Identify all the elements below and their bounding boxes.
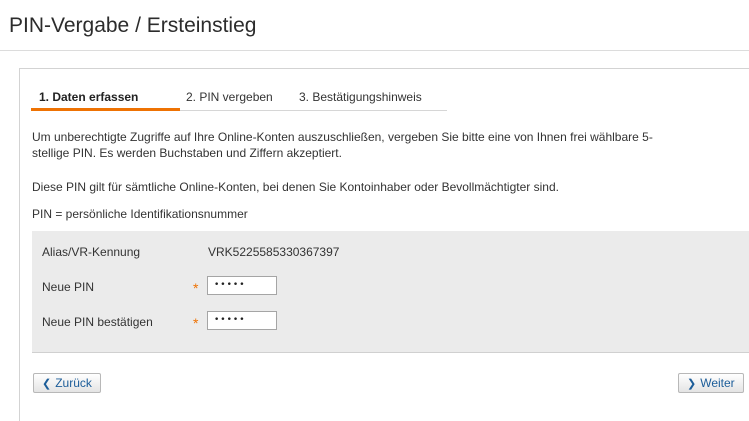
- info-text-3: PIN = persönliche Identifikationsnummer: [32, 207, 248, 221]
- info-text-2: Diese PIN gilt für sämtliche Online-Kont…: [32, 180, 559, 194]
- required-marker: *: [193, 280, 199, 296]
- tab-daten-erfassen[interactable]: 1. Daten erfassen: [39, 90, 138, 104]
- new-pin-label: Neue PIN: [42, 280, 95, 294]
- title-divider: [0, 50, 749, 51]
- new-pin-input[interactable]: •••••: [207, 276, 277, 295]
- back-button[interactable]: ❮ Zurück: [33, 373, 101, 393]
- next-button[interactable]: ❯ Weiter: [678, 373, 744, 393]
- alias-value: VRK5225585330367397: [208, 245, 340, 259]
- alias-label: Alias/VR-Kennung: [42, 245, 141, 259]
- chevron-left-icon: ❮: [42, 378, 52, 390]
- page-title: PIN-Vergabe / Ersteinstieg: [9, 14, 257, 37]
- chevron-right-icon: ❯: [687, 378, 697, 390]
- info-text-1: Um unberechtigte Zugriffe auf Ihre Onlin…: [32, 129, 653, 161]
- required-marker: *: [193, 315, 199, 331]
- next-button-label: Weiter: [700, 376, 735, 390]
- back-button-label: Zurück: [55, 376, 92, 390]
- tab-bestaetigungshinweis[interactable]: 3. Bestätigungshinweis: [299, 90, 422, 104]
- step-tabs: 1. Daten erfassen 2. PIN vergeben 3. Bes…: [31, 87, 447, 111]
- info-line-1a: Um unberechtigte Zugriffe auf Ihre Onlin…: [32, 130, 653, 144]
- confirm-pin-input[interactable]: •••••: [207, 311, 277, 330]
- confirm-pin-label: Neue PIN bestätigen: [42, 315, 153, 329]
- tab-pin-vergeben[interactable]: 2. PIN vergeben: [186, 90, 273, 104]
- info-line-1b: stellige PIN. Es werden Buchstaben und Z…: [32, 146, 342, 160]
- content-panel: 1. Daten erfassen 2. PIN vergeben 3. Bes…: [19, 68, 749, 421]
- pin-form: Alias/VR-Kennung VRK5225585330367397 Neu…: [32, 231, 749, 353]
- active-tab-indicator: [31, 108, 180, 111]
